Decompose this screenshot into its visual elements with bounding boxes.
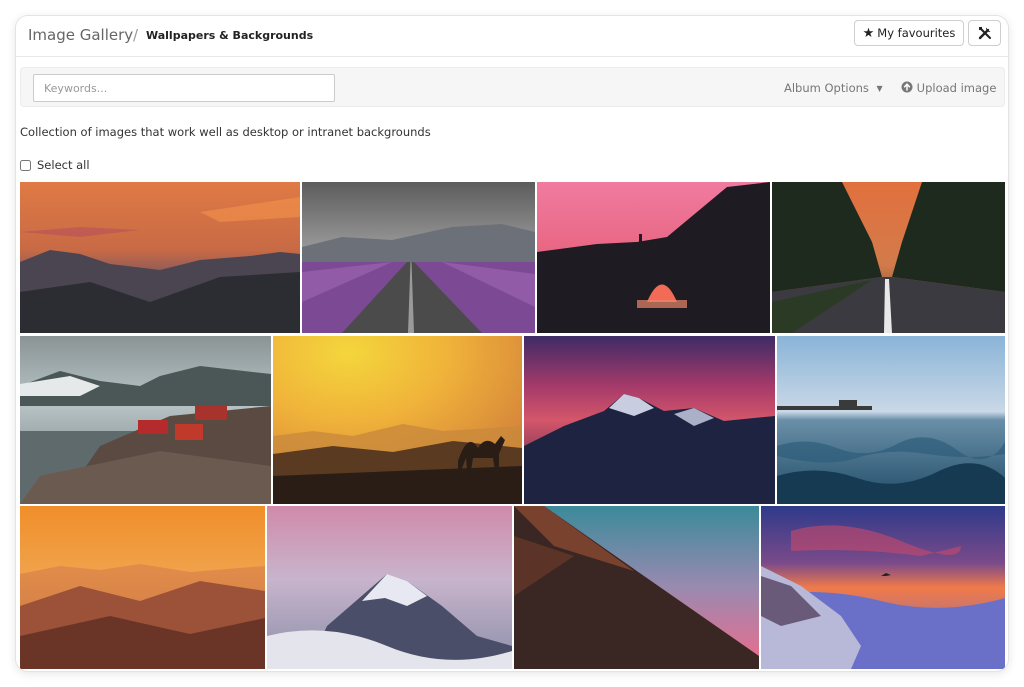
gallery-image-9[interactable] [20,506,265,669]
snowy-peak-clouds-image [267,506,512,669]
camel-desert-image [273,336,522,504]
rock-arch-image [537,182,770,333]
tools-button[interactable] [968,20,1001,46]
ocean-pier-image [777,336,1005,504]
album-options-dropdown[interactable]: Album Options ▼ [784,81,883,95]
gallery-image-6[interactable] [273,336,522,504]
gallery-image-8[interactable] [777,336,1005,504]
select-all[interactable]: Select all [20,158,90,172]
breadcrumb-root[interactable]: Image Gallery [28,26,133,44]
caret-down-icon: ▼ [876,84,883,93]
sea-of-clouds-image [761,506,1005,669]
snowy-mountain-dusk-image [524,336,775,504]
select-all-checkbox[interactable] [20,159,31,171]
gallery-header: Image Gallery / Wallpapers & Backgrounds… [16,16,1008,57]
star-icon: ★ [862,25,875,41]
keywords-search-input[interactable] [33,74,335,102]
gallery-image-7[interactable] [524,336,775,504]
upload-circle-icon [901,81,913,93]
upload-image-button[interactable]: Upload image [901,81,996,95]
gallery-image-3[interactable] [537,182,770,333]
tree-road-image [772,182,1005,333]
gallery-image-10[interactable] [267,506,512,669]
gallery-image-12[interactable] [761,506,1005,669]
breadcrumb-current: Wallpapers & Backgrounds [146,29,314,42]
gallery-image-4[interactable] [772,182,1005,333]
my-favourites-button[interactable]: ★ My favourites [854,20,964,46]
mountain-ridge-image [514,506,759,669]
album-toolbar: Album Options ▼ Upload image [20,67,1005,107]
album-options-label: Album Options [784,81,869,95]
gallery-window: Image Gallery / Wallpapers & Backgrounds… [16,16,1008,671]
coastal-village-image [20,336,271,504]
tools-icon [978,27,991,40]
mountain-sunset-image [20,182,300,333]
gallery-image-1[interactable] [20,182,300,333]
lavender-road-image [302,182,535,333]
my-favourites-label: My favourites [877,26,956,40]
orange-hazy-mountains-image [20,506,265,669]
breadcrumb-separator: / [133,26,139,44]
gallery-image-5[interactable] [20,336,271,504]
select-all-label: Select all [37,158,90,172]
gallery-image-2[interactable] [302,182,535,333]
upload-image-label: Upload image [916,81,997,95]
gallery-image-11[interactable] [514,506,759,669]
album-description: Collection of images that work well as d… [20,125,431,139]
